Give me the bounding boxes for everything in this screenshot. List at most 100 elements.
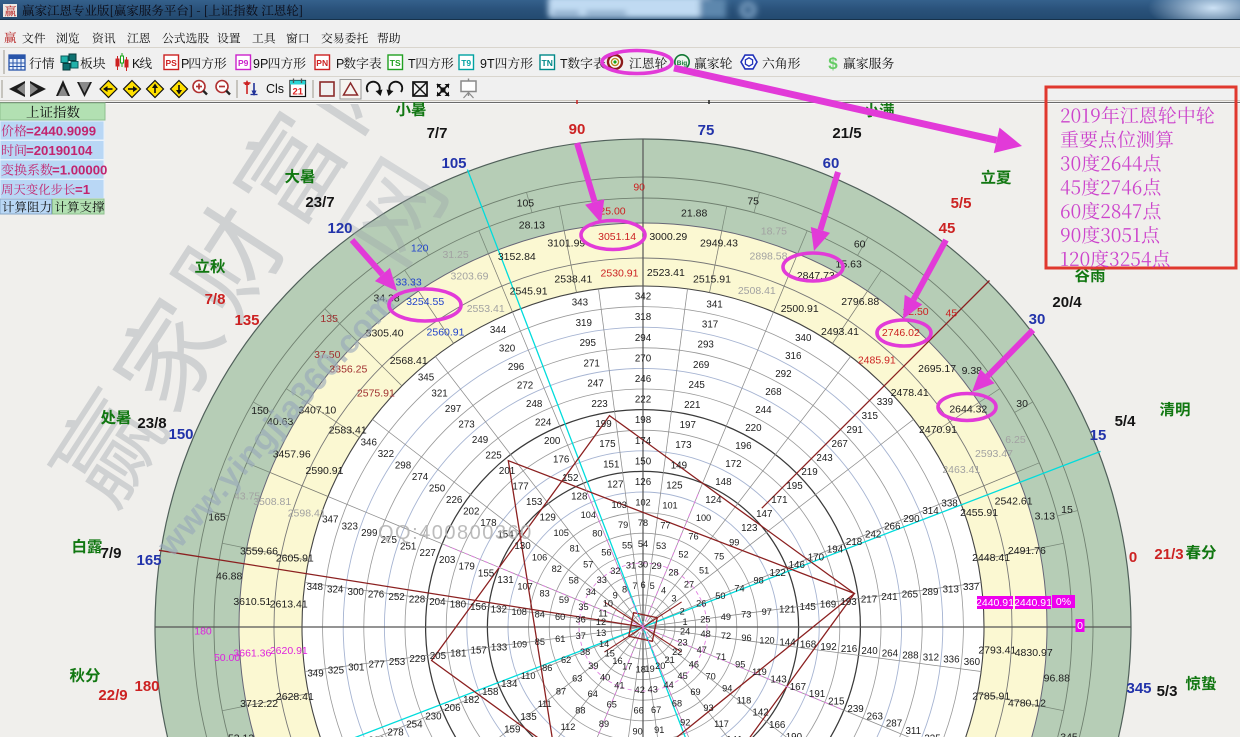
- svg-text:340: 340: [795, 333, 812, 344]
- svg-text:58: 58: [569, 576, 579, 586]
- svg-text:293: 293: [698, 340, 715, 351]
- svg-text:2523.41: 2523.41: [647, 267, 685, 279]
- svg-text:87: 87: [556, 686, 566, 696]
- svg-text:97: 97: [762, 607, 772, 617]
- svg-text:26: 26: [696, 599, 706, 609]
- svg-text:2485.91: 2485.91: [858, 354, 896, 366]
- svg-text:14: 14: [599, 639, 609, 649]
- svg-text:72: 72: [721, 631, 731, 641]
- svg-text:33: 33: [597, 575, 607, 585]
- svg-text:290: 290: [903, 514, 920, 525]
- svg-text:292: 292: [775, 369, 791, 380]
- svg-text:157: 157: [471, 645, 487, 656]
- svg-text:345: 345: [1060, 732, 1078, 737]
- svg-text:216: 216: [841, 644, 858, 655]
- svg-text:75: 75: [714, 551, 724, 561]
- svg-text:96: 96: [741, 633, 751, 643]
- svg-text:53: 53: [656, 541, 666, 551]
- svg-text:265: 265: [902, 590, 919, 601]
- svg-text:335: 335: [924, 733, 941, 737]
- svg-text:314: 314: [922, 506, 939, 517]
- svg-text:82: 82: [552, 564, 562, 574]
- svg-text:270: 270: [635, 353, 652, 364]
- svg-text:242: 242: [865, 529, 881, 540]
- svg-text:241: 241: [881, 592, 897, 603]
- svg-text:71: 71: [716, 652, 726, 662]
- svg-text:107: 107: [517, 582, 532, 592]
- svg-text:240: 240: [861, 646, 878, 657]
- svg-text:223: 223: [591, 399, 608, 410]
- svg-text:168: 168: [800, 640, 817, 651]
- svg-text:61: 61: [555, 634, 565, 644]
- svg-text:221: 221: [684, 400, 700, 411]
- svg-text:53.13: 53.13: [228, 733, 254, 737]
- svg-text:204: 204: [429, 597, 446, 608]
- svg-text:21: 21: [293, 87, 304, 98]
- svg-text:349: 349: [307, 668, 323, 679]
- svg-text:99: 99: [729, 537, 739, 547]
- svg-text:194: 194: [827, 545, 844, 556]
- svg-text:31.25: 31.25: [442, 249, 468, 261]
- svg-text:2560.91: 2560.91: [427, 327, 465, 339]
- svg-text:165: 165: [136, 552, 161, 569]
- svg-text:PN: PN: [316, 58, 328, 68]
- svg-text:80: 80: [592, 529, 602, 539]
- svg-text:83: 83: [539, 588, 549, 598]
- svg-text:68: 68: [672, 699, 682, 709]
- svg-text:20/4: 20/4: [1052, 294, 1082, 311]
- svg-text:105: 105: [554, 528, 569, 538]
- svg-text:131: 131: [497, 575, 513, 586]
- svg-text:348: 348: [307, 582, 324, 593]
- svg-text:$: $: [828, 54, 838, 73]
- svg-text:225: 225: [485, 451, 502, 462]
- svg-text:Cls: Cls: [266, 82, 284, 96]
- svg-text:344: 344: [490, 325, 507, 336]
- svg-text:126: 126: [635, 477, 652, 488]
- svg-text:254: 254: [406, 719, 423, 730]
- svg-text:181: 181: [450, 648, 466, 659]
- svg-text:264: 264: [882, 648, 899, 659]
- svg-text:291: 291: [847, 425, 863, 436]
- svg-text:86: 86: [542, 663, 552, 673]
- svg-text:205: 205: [430, 651, 447, 662]
- svg-text:243: 243: [816, 453, 833, 464]
- svg-text:273: 273: [458, 419, 475, 430]
- svg-text:158: 158: [482, 687, 499, 698]
- svg-text:44: 44: [663, 680, 673, 690]
- svg-text:73: 73: [741, 610, 751, 620]
- svg-text:3152.84: 3152.84: [498, 251, 536, 263]
- svg-text:3457.96: 3457.96: [273, 449, 311, 461]
- svg-text:175: 175: [599, 439, 616, 450]
- svg-text:2515.91: 2515.91: [693, 273, 731, 285]
- svg-text:343: 343: [572, 298, 589, 309]
- svg-text:56: 56: [601, 547, 611, 557]
- svg-text:246: 246: [635, 374, 652, 385]
- svg-text:70: 70: [705, 671, 715, 681]
- svg-text:297: 297: [445, 404, 461, 415]
- svg-text:0: 0: [1129, 549, 1137, 566]
- svg-text:15: 15: [1061, 504, 1073, 516]
- svg-text:247: 247: [587, 379, 603, 390]
- svg-text:341: 341: [706, 299, 722, 310]
- svg-text:244: 244: [755, 405, 772, 416]
- svg-text:159: 159: [504, 724, 520, 735]
- svg-text:245: 245: [689, 380, 706, 391]
- svg-text:2898.58: 2898.58: [750, 251, 788, 263]
- svg-text:59: 59: [559, 595, 569, 605]
- svg-text:101: 101: [662, 501, 677, 511]
- svg-text:2644.32: 2644.32: [949, 404, 987, 416]
- svg-text:2785.91: 2785.91: [972, 691, 1010, 703]
- svg-text:92: 92: [680, 717, 690, 727]
- svg-text:360: 360: [964, 657, 981, 668]
- svg-text:128: 128: [571, 492, 588, 503]
- svg-text:2: 2: [680, 607, 685, 617]
- svg-text:263: 263: [867, 711, 884, 722]
- svg-text:271: 271: [584, 358, 600, 369]
- svg-text:342: 342: [635, 292, 651, 303]
- svg-text:9T: 9T: [480, 57, 495, 71]
- svg-text:2598.41: 2598.41: [288, 508, 326, 520]
- svg-text:28.13: 28.13: [519, 220, 545, 232]
- svg-text:3712.22: 3712.22: [240, 698, 278, 710]
- svg-text:2440.91: 2440.91: [976, 597, 1014, 609]
- svg-text:2538.41: 2538.41: [554, 273, 592, 285]
